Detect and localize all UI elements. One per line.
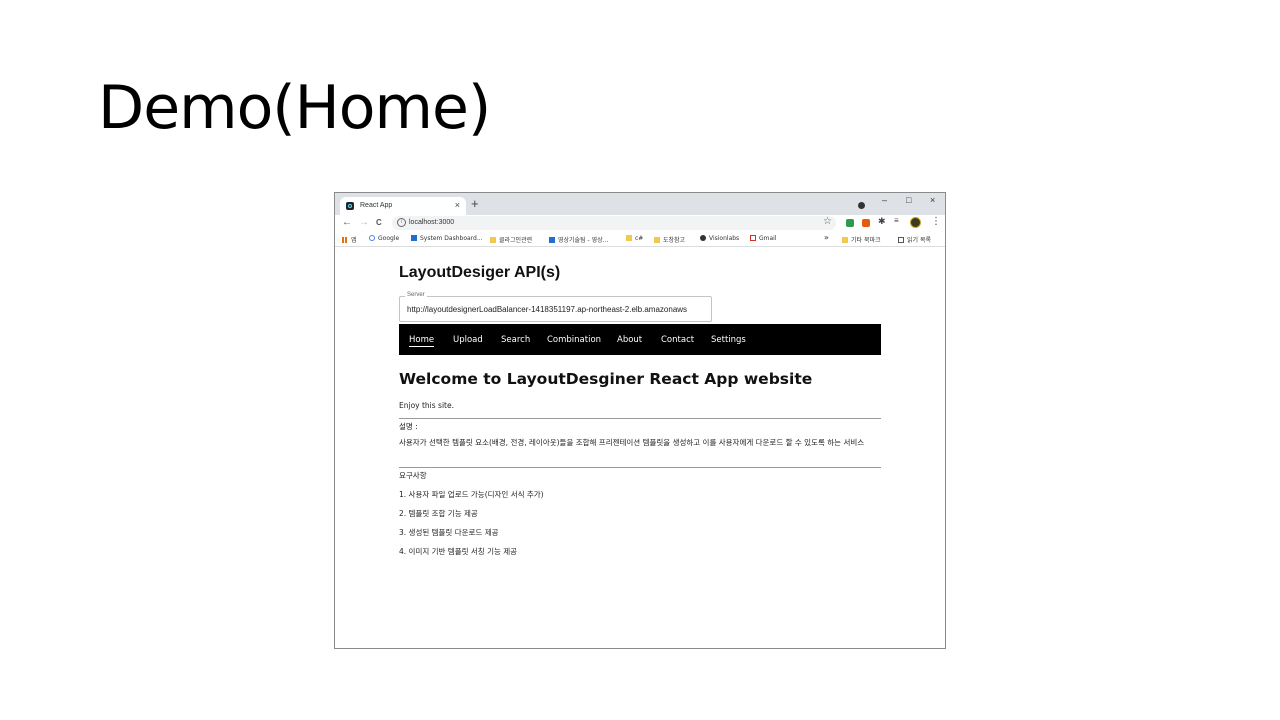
media-record-icon[interactable] (858, 202, 865, 209)
requirements-label: 요구사항 (399, 471, 427, 480)
divider (399, 418, 881, 419)
description-label: 설명 : (399, 422, 418, 431)
bookmark-label: 앱 (351, 237, 357, 244)
app-heading: LayoutDesiger API(s) (399, 264, 561, 281)
bookmark-visionlabs[interactable]: Visionlabs (700, 235, 739, 242)
bookmark-folder-1[interactable]: 클라그인관련 (490, 235, 532, 244)
tab-react-app[interactable]: React App × (340, 197, 466, 215)
close-window-button[interactable]: × (930, 195, 935, 205)
bookmark-label: System Dashboard... (420, 235, 483, 242)
bookmark-label: 읽기 목록 (907, 237, 931, 244)
address-bar[interactable]: i localhost:3000 ☆ (392, 216, 836, 230)
nav-about[interactable]: About (617, 335, 642, 345)
nav-combination[interactable]: Combination (547, 335, 601, 345)
extensions-puzzle-icon[interactable]: ✱ (878, 216, 886, 226)
bookmark-label: Google (378, 235, 400, 242)
globe-icon (700, 235, 706, 241)
bookmark-label: 도창참고 (663, 237, 686, 244)
bookmarks-overflow-button[interactable]: » (824, 233, 829, 242)
gmail-icon (750, 235, 756, 241)
tab-close-icon[interactable]: × (455, 200, 460, 210)
server-field[interactable]: Server http://layoutdesignerLoadBalancer… (399, 292, 712, 322)
apps-grid-icon (342, 237, 348, 243)
h-logo-icon (549, 237, 555, 243)
extension-orange-icon[interactable] (862, 219, 870, 227)
server-input[interactable]: http://layoutdesignerLoadBalancer-141835… (407, 305, 707, 314)
menu-kebab-icon[interactable]: ⋮ (931, 216, 941, 227)
bookmark-reading-list[interactable]: 읽기 목록 (898, 235, 931, 244)
profile-avatar[interactable] (910, 217, 921, 228)
bookmark-label: Gmail (759, 235, 777, 242)
address-row: ← → C i localhost:3000 ☆ ✱ ≡ ⋮ (335, 215, 945, 232)
slide-title: Demo(Home) (98, 73, 491, 143)
reading-queue-icon[interactable]: ≡ (894, 216, 902, 225)
bookmark-label: 클라그인관련 (499, 237, 533, 244)
nav-home[interactable]: Home (409, 335, 435, 347)
bookmark-label: 기타 북마크 (851, 237, 881, 244)
maximize-button[interactable]: □ (906, 195, 911, 205)
nav-search[interactable]: Search (501, 335, 530, 345)
description-text: 사용자가 선택한 템플릿 요소(배경, 전경, 레이아웃)들을 조합해 프리젠테… (399, 438, 865, 447)
page-content: LayoutDesiger API(s) Server http://layou… (335, 251, 945, 648)
requirement-item: 3. 생성된 템플릿 다운로드 제공 (399, 528, 499, 537)
bookmark-google[interactable]: Google (369, 235, 399, 242)
divider (399, 467, 881, 468)
back-icon[interactable]: ← (342, 217, 352, 228)
folder-icon (626, 235, 632, 241)
requirement-item: 2. 템플릿 조합 기능 제공 (399, 509, 478, 518)
bookmark-label: 영상기술팀 - 영상... (558, 237, 609, 244)
folder-icon (490, 237, 496, 243)
bookmark-apps[interactable]: 앱 (342, 235, 357, 244)
welcome-heading: Welcome to LayoutDesginer React App webs… (399, 370, 813, 388)
requirement-item: 1. 사용자 파일 업로드 가능(디자인 서식 추가) (399, 490, 544, 499)
requirement-item: 4. 이미지 기반 템플릿 서칭 기능 제공 (399, 547, 518, 556)
enjoy-text: Enjoy this site. (399, 401, 454, 410)
nav-upload[interactable]: Upload (453, 335, 483, 345)
server-label: Server (405, 292, 427, 298)
site-info-icon[interactable]: i (397, 218, 406, 227)
react-favicon-icon (346, 202, 354, 210)
bookmark-system-dashboard[interactable]: System Dashboard... (411, 235, 483, 242)
nav-settings[interactable]: Settings (711, 335, 746, 345)
browser-window: React App × + – □ × ← → C i localhost:30… (334, 192, 946, 649)
extension-green-icon[interactable] (846, 219, 854, 227)
tab-title: React App (360, 202, 393, 209)
forward-icon[interactable]: → (359, 217, 369, 228)
bookmark-folder-2[interactable]: 도창참고 (654, 235, 685, 244)
bookmark-label: Visionlabs (709, 235, 740, 242)
bookmark-folder-csharp[interactable]: c# (626, 235, 643, 242)
h-logo-icon (411, 235, 417, 241)
bookmark-star-icon[interactable]: ☆ (823, 216, 832, 227)
bookmark-other[interactable]: 기타 북마크 (842, 235, 881, 244)
bookmark-gmail[interactable]: Gmail (750, 235, 777, 242)
google-icon (369, 235, 375, 241)
url-text: localhost:3000 (409, 219, 455, 226)
reload-icon[interactable]: C (376, 218, 382, 227)
folder-icon (842, 237, 848, 243)
bookmark-label: c# (635, 235, 644, 242)
folder-icon (654, 237, 660, 243)
tab-strip: React App × + – □ × (335, 193, 945, 215)
reading-list-icon (898, 237, 904, 243)
bookmark-video-team[interactable]: 영상기술팀 - 영상... (549, 235, 608, 244)
minimize-button[interactable]: – (882, 195, 887, 205)
new-tab-button[interactable]: + (471, 196, 479, 212)
top-navbar: Home Upload Search Combination About Con… (399, 324, 881, 355)
nav-contact[interactable]: Contact (661, 335, 694, 345)
bookmarks-bar: 앱 Google System Dashboard... 클라그인관련 영상기술… (335, 232, 945, 247)
